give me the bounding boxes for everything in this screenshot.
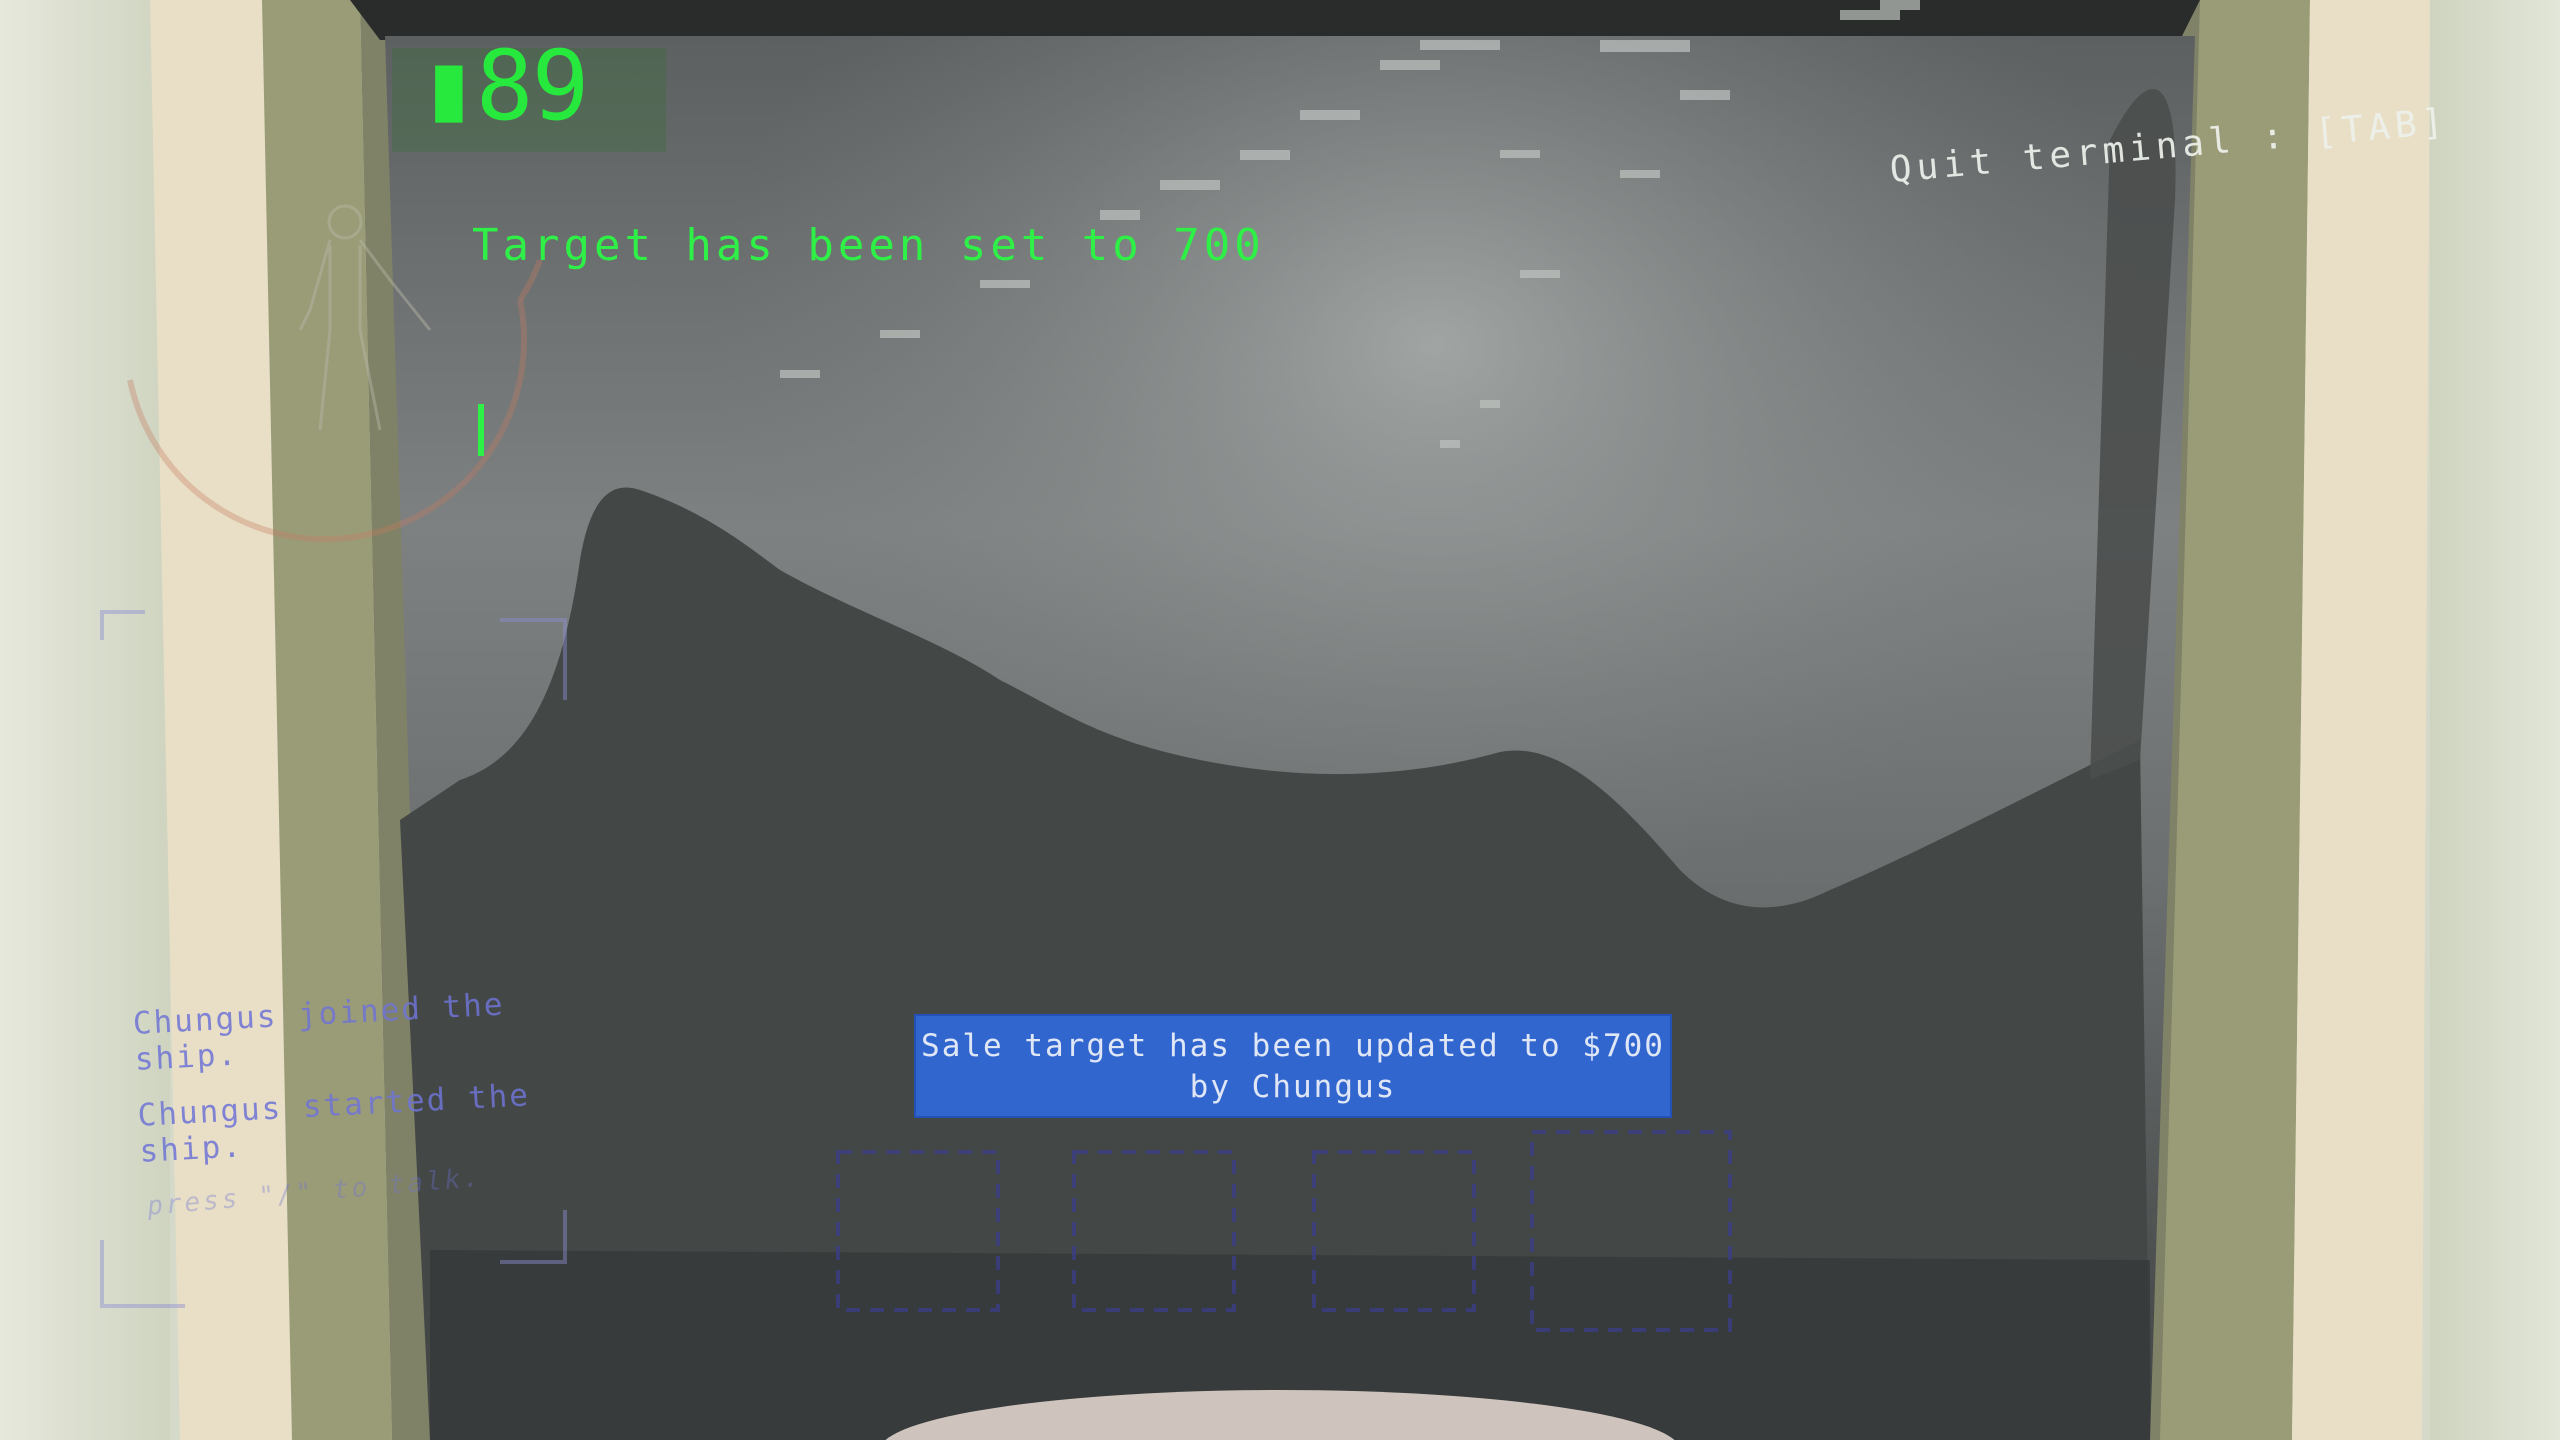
credits-counter: ▮89 [420, 30, 589, 142]
sale-target-notification: Sale target has been updated to $700 by … [914, 1014, 1672, 1118]
left-wall [0, 0, 170, 1440]
terminal-cursor[interactable] [478, 404, 484, 456]
game-view: ▮89 Target has been set to 700 Quit term… [0, 0, 2560, 1440]
notification-line-1: Sale target has been updated to $700 [921, 1028, 1665, 1064]
chat-log: Chungus joined the ship. Chungus started… [132, 983, 581, 1190]
notification-line-2: by Chungus [1189, 1069, 1397, 1105]
top-bezel [350, 0, 2200, 40]
chat-message: Chungus started the ship. [136, 1077, 531, 1170]
right-wall [2430, 0, 2560, 1440]
right-frame-edge [2292, 0, 2430, 1440]
terminal-scene [0, 0, 2560, 1440]
terminal-message: Target has been set to 700 [472, 220, 1265, 271]
